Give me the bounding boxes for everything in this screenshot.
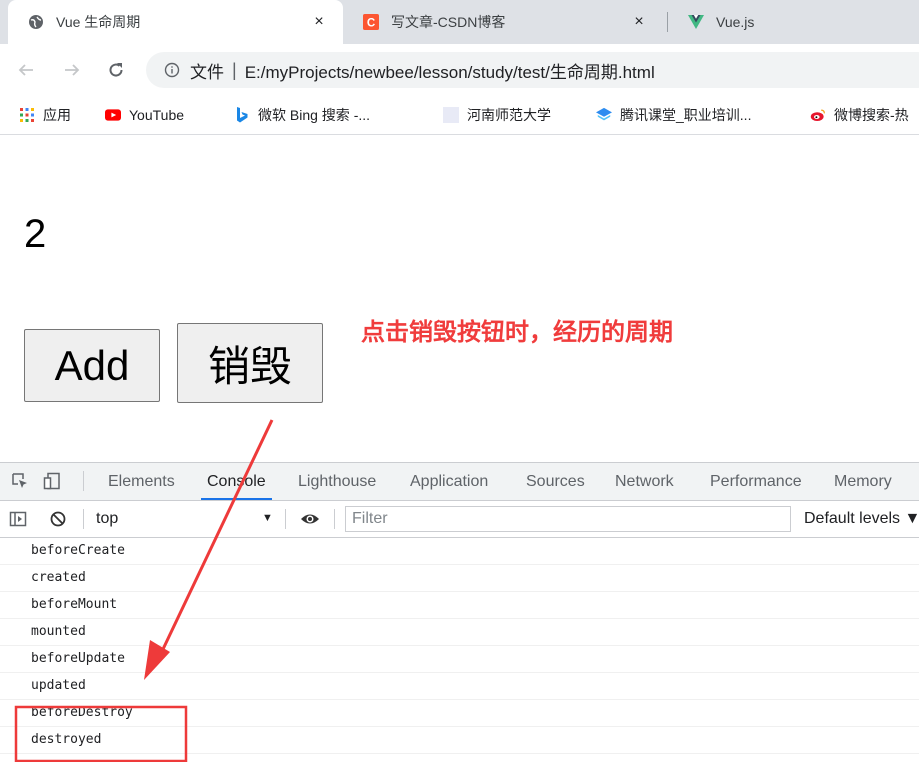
close-icon[interactable]: ×: [631, 14, 647, 30]
devtools-panel: Elements Console Lighthouse Application …: [0, 462, 919, 763]
tab-performance[interactable]: Performance: [710, 463, 802, 500]
bookmark-label: 河南师范大学: [467, 107, 551, 123]
console-message: beforeMount: [0, 592, 919, 619]
log-text: destroyed: [31, 732, 102, 747]
tab-title: 写文章-CSDN博客: [391, 14, 506, 30]
scheme-label: 文件: [190, 62, 224, 82]
chevron-down-icon[interactable]: ▼: [262, 512, 273, 524]
apps-grid-icon: [19, 107, 35, 123]
context-selector[interactable]: top: [96, 510, 118, 528]
bookmark-apps[interactable]: 应用: [19, 96, 71, 134]
console-log: beforeCreate created beforeMount mounted…: [0, 538, 919, 754]
tab-console[interactable]: Console: [201, 463, 272, 500]
youtube-icon: [105, 107, 121, 123]
console-toolbar-separator: [83, 509, 84, 529]
console-message: beforeDestroy: [0, 700, 919, 727]
console-sidebar-icon[interactable]: [8, 509, 28, 529]
tab-vuejs[interactable]: Vue.js: [668, 0, 919, 44]
console-message: beforeCreate: [0, 538, 919, 565]
console-message: created: [0, 565, 919, 592]
bookmark-label: YouTube: [129, 107, 185, 123]
console-message: destroyed: [0, 727, 919, 754]
log-text: mounted: [31, 624, 86, 639]
log-text: updated: [31, 678, 86, 693]
console-toolbar: top ▼ Filter Default levels ▼: [0, 501, 919, 538]
bing-icon: [234, 107, 250, 123]
log-text: beforeCreate: [31, 543, 125, 558]
bookmark-weibo[interactable]: 微博搜索-热: [810, 96, 909, 134]
console-toolbar-separator: [334, 509, 335, 529]
console-toolbar-separator: [285, 509, 286, 529]
reload-icon: [109, 63, 123, 77]
tab-vue-lifecycle[interactable]: Vue 生命周期 ×: [8, 0, 343, 44]
bookmark-label: 微博搜索-热: [834, 107, 909, 123]
forward-button[interactable]: [58, 56, 86, 84]
page-icon: [443, 107, 459, 123]
log-levels-dropdown[interactable]: Default levels ▼: [804, 510, 919, 528]
reload-button[interactable]: [102, 56, 130, 84]
tab-memory[interactable]: Memory: [834, 463, 892, 500]
console-message: mounted: [0, 619, 919, 646]
url-text[interactable]: E:/myProjects/newbee/lesson/study/test/生…: [245, 58, 655, 83]
filter-input[interactable]: Filter: [345, 506, 791, 532]
console-message: beforeUpdate: [0, 646, 919, 673]
tab-title: Vue 生命周期: [56, 14, 141, 30]
weibo-icon: [810, 107, 826, 123]
scheme-separator: |: [232, 59, 237, 80]
tab-csdn[interactable]: C 写文章-CSDN博客 ×: [343, 0, 663, 44]
tab-sources[interactable]: Sources: [526, 463, 585, 500]
destroy-button[interactable]: 销毁: [177, 323, 323, 403]
devtools-separator: [83, 471, 84, 491]
arrow-left-icon: [18, 64, 33, 76]
tab-lighthouse[interactable]: Lighthouse: [298, 463, 376, 500]
device-toolbar-icon[interactable]: [42, 471, 62, 491]
bookmark-youtube[interactable]: YouTube: [105, 96, 184, 134]
tab-network[interactable]: Network: [615, 463, 674, 500]
console-message: updated: [0, 673, 919, 700]
inspect-element-icon[interactable]: [10, 471, 30, 491]
browser-tab-strip: Vue 生命周期 × C 写文章-CSDN博客 × Vue.js: [0, 0, 919, 44]
bookmark-label: 微软 Bing 搜索 -...: [258, 107, 371, 123]
log-text: beforeDestroy: [31, 705, 133, 720]
bookmark-tencent-classroom[interactable]: 腾讯课堂_职业培训...: [596, 96, 751, 134]
bookmark-label: 腾讯课堂_职业培训...: [620, 107, 752, 123]
clear-console-icon[interactable]: [48, 509, 68, 529]
address-bar[interactable]: 文件 | E:/myProjects/newbee/lesson/study/t…: [146, 52, 919, 88]
tab-elements[interactable]: Elements: [108, 463, 175, 500]
tab-application[interactable]: Application: [410, 463, 488, 500]
bookmark-henan-normal-university[interactable]: 河南师范大学: [443, 96, 551, 134]
bookmark-bing[interactable]: 微软 Bing 搜索 -...: [234, 96, 370, 134]
info-icon[interactable]: [164, 62, 180, 78]
eye-icon[interactable]: [300, 509, 320, 529]
arrow-right-icon: [65, 64, 80, 76]
vue-icon: [688, 14, 704, 30]
add-button[interactable]: Add: [24, 329, 160, 402]
log-text: beforeMount: [31, 597, 118, 612]
counter-value: 2: [24, 212, 47, 256]
csdn-icon: C: [363, 14, 379, 30]
annotation-text: 点击销毁按钮时，经历的周期: [361, 319, 673, 346]
tencent-classroom-icon: [596, 107, 612, 123]
devtools-tab-bar: Elements Console Lighthouse Application …: [0, 463, 919, 501]
tab-title: Vue.js: [716, 14, 755, 30]
bookmark-label: 应用: [43, 107, 71, 123]
log-text: created: [31, 570, 86, 585]
globe-icon: [28, 14, 44, 30]
back-button[interactable]: [12, 56, 40, 84]
browser-toolbar: 文件 | E:/myProjects/newbee/lesson/study/t…: [0, 44, 919, 96]
log-text: beforeUpdate: [31, 651, 125, 666]
svg-text:C: C: [367, 17, 376, 29]
close-icon[interactable]: ×: [311, 14, 327, 30]
bookmarks-bar: 应用 YouTube 微软 Bing 搜索 -... 河南师范大学 腾讯课堂_职…: [0, 96, 919, 135]
